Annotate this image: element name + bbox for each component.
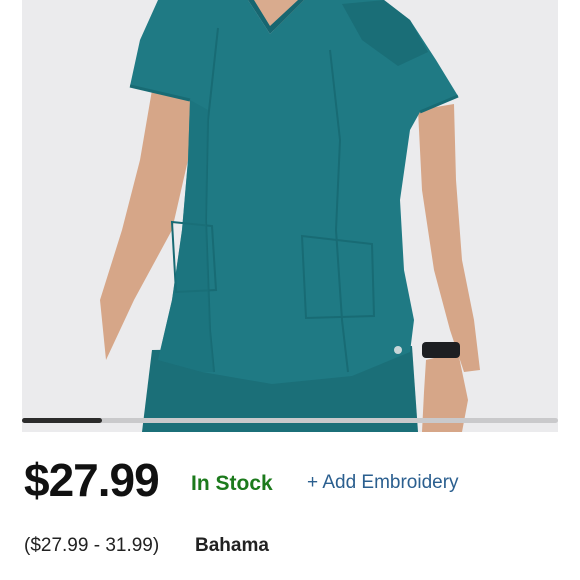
product-image[interactable] <box>22 0 558 432</box>
gallery-scrollbar-thumb[interactable] <box>22 418 102 423</box>
add-embroidery-link[interactable]: + Add Embroidery <box>307 470 459 496</box>
product-page: $27.99 In Stock + Add Embroidery ($27.99… <box>0 0 580 580</box>
stock-status: In Stock <box>191 472 273 495</box>
gallery-scrollbar[interactable] <box>22 418 558 423</box>
scrub-top-illustration <box>22 0 558 432</box>
product-price: $27.99 <box>24 454 160 506</box>
price-range: ($27.99 - 31.99) <box>24 535 160 556</box>
selected-color-name: Bahama <box>195 535 269 556</box>
